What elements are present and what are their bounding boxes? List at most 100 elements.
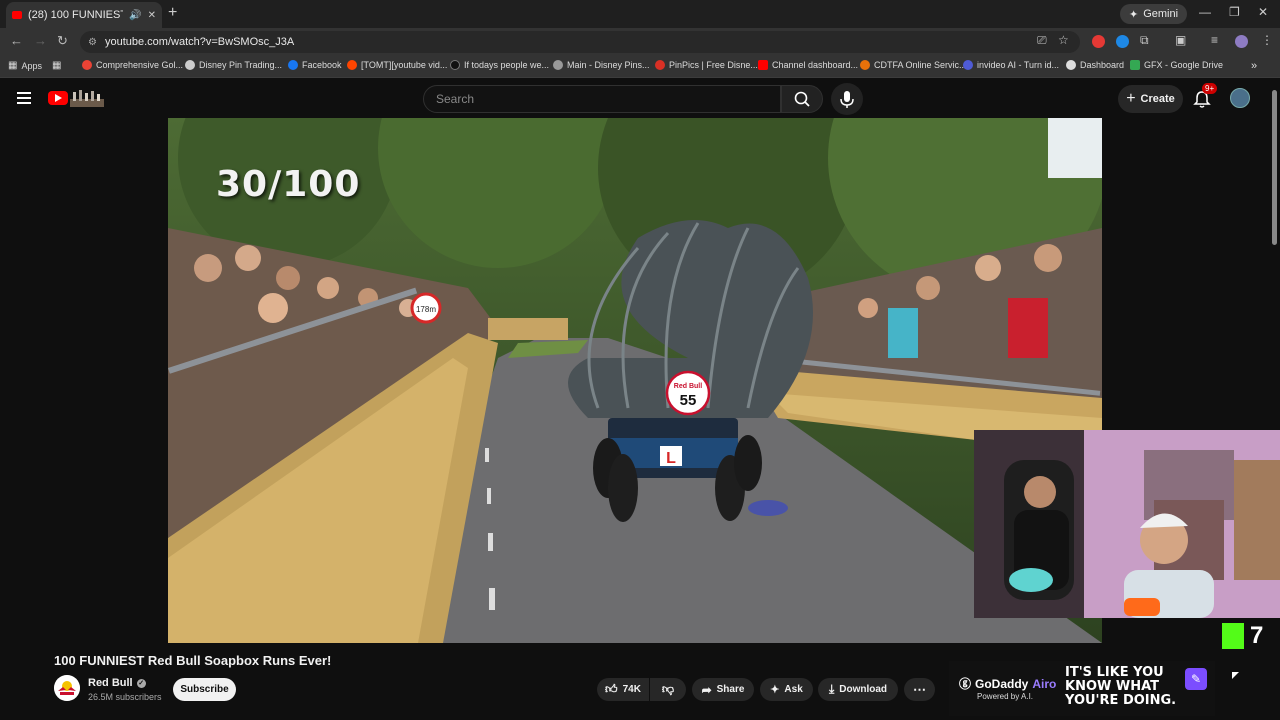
facebook-icon xyxy=(288,60,298,70)
tab-title: (28) 100 FUNNIEST Red Bull xyxy=(28,9,124,21)
account-avatar[interactable] xyxy=(1230,88,1250,108)
site-info-icon[interactable]: ⚙ xyxy=(88,37,97,48)
bookmark-item[interactable]: If todays people we... xyxy=(450,60,549,70)
url-text[interactable]: youtube.com/watch?v=BwSMOsc_J3A xyxy=(105,36,294,48)
ad-brand-accent: Airo xyxy=(1032,676,1057,691)
webcam-scene xyxy=(974,430,1280,618)
share-label: Share xyxy=(716,684,745,695)
download-button[interactable]: ⤓ Download xyxy=(818,678,898,701)
share-arrow-icon: ➦ xyxy=(701,682,712,697)
sparkle-icon: ✦ xyxy=(770,684,780,696)
menu-kebab-icon[interactable]: ⋮ xyxy=(1261,33,1273,47)
gemini-label: Gemini xyxy=(1143,8,1179,20)
bookmark-favicon-icon xyxy=(185,60,195,70)
new-tab-icon[interactable]: + xyxy=(168,4,177,22)
bookmark-star-icon[interactable]: ☆ xyxy=(1058,33,1069,47)
svg-text:L: L xyxy=(666,450,676,467)
more-horizontal-icon: ⋯ xyxy=(913,681,926,697)
share-button[interactable]: ➦ Share xyxy=(692,678,754,701)
ask-button[interactable]: ✦ Ask xyxy=(760,678,813,701)
like-button[interactable]: 👍︎ 74K xyxy=(597,678,649,701)
youtube-favicon-icon xyxy=(12,11,22,19)
like-count: 74K xyxy=(622,684,641,695)
mouse-cursor-icon xyxy=(1232,672,1239,679)
minimize-icon[interactable]: — xyxy=(1199,5,1211,19)
gemini-button[interactable]: ✦ Gemini xyxy=(1120,4,1188,24)
sparkle-icon: ✦ xyxy=(1129,8,1139,21)
video-player[interactable]: 178m L Red Bull 55 30/100 xyxy=(168,118,1102,643)
media-controls-icon[interactable]: ≡ xyxy=(1211,33,1218,47)
ad-brand-block: ⓖ GoDaddy Airo Powered by A.I. xyxy=(959,675,1056,702)
bookmark-item[interactable]: PinPics | Free Disne... xyxy=(655,60,758,70)
search-input[interactable] xyxy=(436,92,780,106)
sponsored-ad-banner[interactable]: ⓖ GoDaddy Airo Powered by A.I. IT'S LIKE… xyxy=(949,661,1215,716)
bookmark-item[interactable]: invideo AI - Turn id... xyxy=(963,60,1059,70)
download-label: Download xyxy=(839,684,888,695)
tab-groups-icon[interactable]: ▦ xyxy=(52,60,61,71)
youtube-header: + Create 9+ xyxy=(0,79,1280,119)
bookmark-item[interactable]: Dashboard xyxy=(1066,60,1124,70)
channel-avatar[interactable] xyxy=(54,675,80,701)
video-overlay-counter: 30/100 xyxy=(216,164,361,205)
bookmark-item[interactable]: Comprehensive Gol... xyxy=(82,60,183,70)
extension-red-icon[interactable] xyxy=(1092,35,1105,48)
create-label: Create xyxy=(1140,93,1175,105)
red-bull-logo-icon xyxy=(54,675,80,701)
reddit-icon xyxy=(347,60,357,70)
back-icon[interactable]: ← xyxy=(10,33,23,48)
ad-headline: IT'S LIKE YOU KNOW WHAT YOU'RE DOING. xyxy=(1065,666,1176,708)
pinpics-icon xyxy=(655,60,665,70)
browser-tab[interactable]: (28) 100 FUNNIEST Red Bull 🔊 ✕ xyxy=(6,2,162,28)
bookmark-item[interactable]: GFX - Google Drive xyxy=(1130,60,1223,70)
bookmark-favicon-icon xyxy=(860,60,870,70)
thumbs-down-icon: 👎︎ xyxy=(661,682,675,696)
extension-blue-icon[interactable] xyxy=(1116,35,1129,48)
bookmark-item[interactable]: Disney Pin Trading... xyxy=(185,60,282,70)
bookmark-item[interactable]: Channel dashboard... xyxy=(758,60,858,70)
create-button[interactable]: + Create xyxy=(1118,85,1183,113)
search-icon xyxy=(794,91,810,107)
bookmark-item[interactable]: CDTFA Online Servic... xyxy=(860,60,967,70)
close-tab-icon[interactable]: ✕ xyxy=(148,10,156,21)
ad-brand: ⓖ GoDaddy Airo xyxy=(959,675,1056,692)
extensions-puzzle-icon[interactable]: ⧉ xyxy=(1140,33,1149,48)
bookmark-item[interactable]: [TOMT][youtube vid... xyxy=(347,60,447,70)
notifications-badge: 9+ xyxy=(1202,83,1218,94)
omnibox[interactable]: ⚙ youtube.com/watch?v=BwSMOsc_J3A xyxy=(80,31,1080,53)
profile-avatar[interactable] xyxy=(1235,35,1248,48)
invideo-icon xyxy=(963,60,973,70)
bookmark-apps[interactable]: ▦ Apps xyxy=(8,60,42,71)
forward-icon[interactable]: → xyxy=(34,33,47,48)
ad-line-3: YOU'RE DOING. xyxy=(1065,693,1177,708)
channel-name-link[interactable]: Red Bull ✓ xyxy=(88,677,146,689)
bookmarks-overflow-icon[interactable]: » xyxy=(1251,60,1257,72)
bookmark-item[interactable]: Facebook xyxy=(288,60,342,70)
speaker-icon[interactable]: 🔊 xyxy=(129,10,141,21)
bookmark-item[interactable]: Main - Disney Pins... xyxy=(553,60,650,70)
car-badge-text: Red Bull xyxy=(674,383,702,390)
bookmarks-bar: ▦ Apps ▦ Comprehensive Gol... Disney Pin … xyxy=(0,56,1280,78)
more-actions-button[interactable]: ⋯ xyxy=(904,678,935,701)
search-box[interactable] xyxy=(423,85,781,113)
dislike-button[interactable]: 👎︎ xyxy=(650,678,686,701)
maximize-icon[interactable]: ❐ xyxy=(1229,5,1240,19)
close-window-icon[interactable]: ✕ xyxy=(1258,5,1268,19)
ad-line-2: KNOW WHAT xyxy=(1065,679,1160,694)
browser-tabstrip: (28) 100 FUNNIEST Red Bull 🔊 ✕ + ✦ Gemin… xyxy=(0,0,1280,28)
voice-search-button[interactable] xyxy=(831,83,863,115)
search-button[interactable] xyxy=(781,85,823,113)
scrollbar-thumb[interactable] xyxy=(1272,90,1277,245)
tiktok-icon xyxy=(450,60,460,70)
apps-grid-icon: ▦ xyxy=(8,60,18,71)
cast-icon[interactable]: ⎚ xyxy=(1037,33,1047,48)
menu-hamburger-icon[interactable] xyxy=(17,92,31,107)
distance-sign-text: 178m xyxy=(416,305,436,314)
reload-icon[interactable]: ↻ xyxy=(57,33,68,49)
youtube-doodle-icon[interactable] xyxy=(70,89,104,107)
ad-subtitle: Powered by A.I. xyxy=(977,692,1034,701)
subscribe-button[interactable]: Subscribe xyxy=(173,678,236,701)
youtube-logo-icon[interactable] xyxy=(48,91,68,105)
kick-logo-icon xyxy=(1222,623,1244,649)
sidepanel-icon[interactable]: ▣ xyxy=(1175,33,1186,47)
kick-viewer-widget: 7 xyxy=(1222,622,1263,650)
